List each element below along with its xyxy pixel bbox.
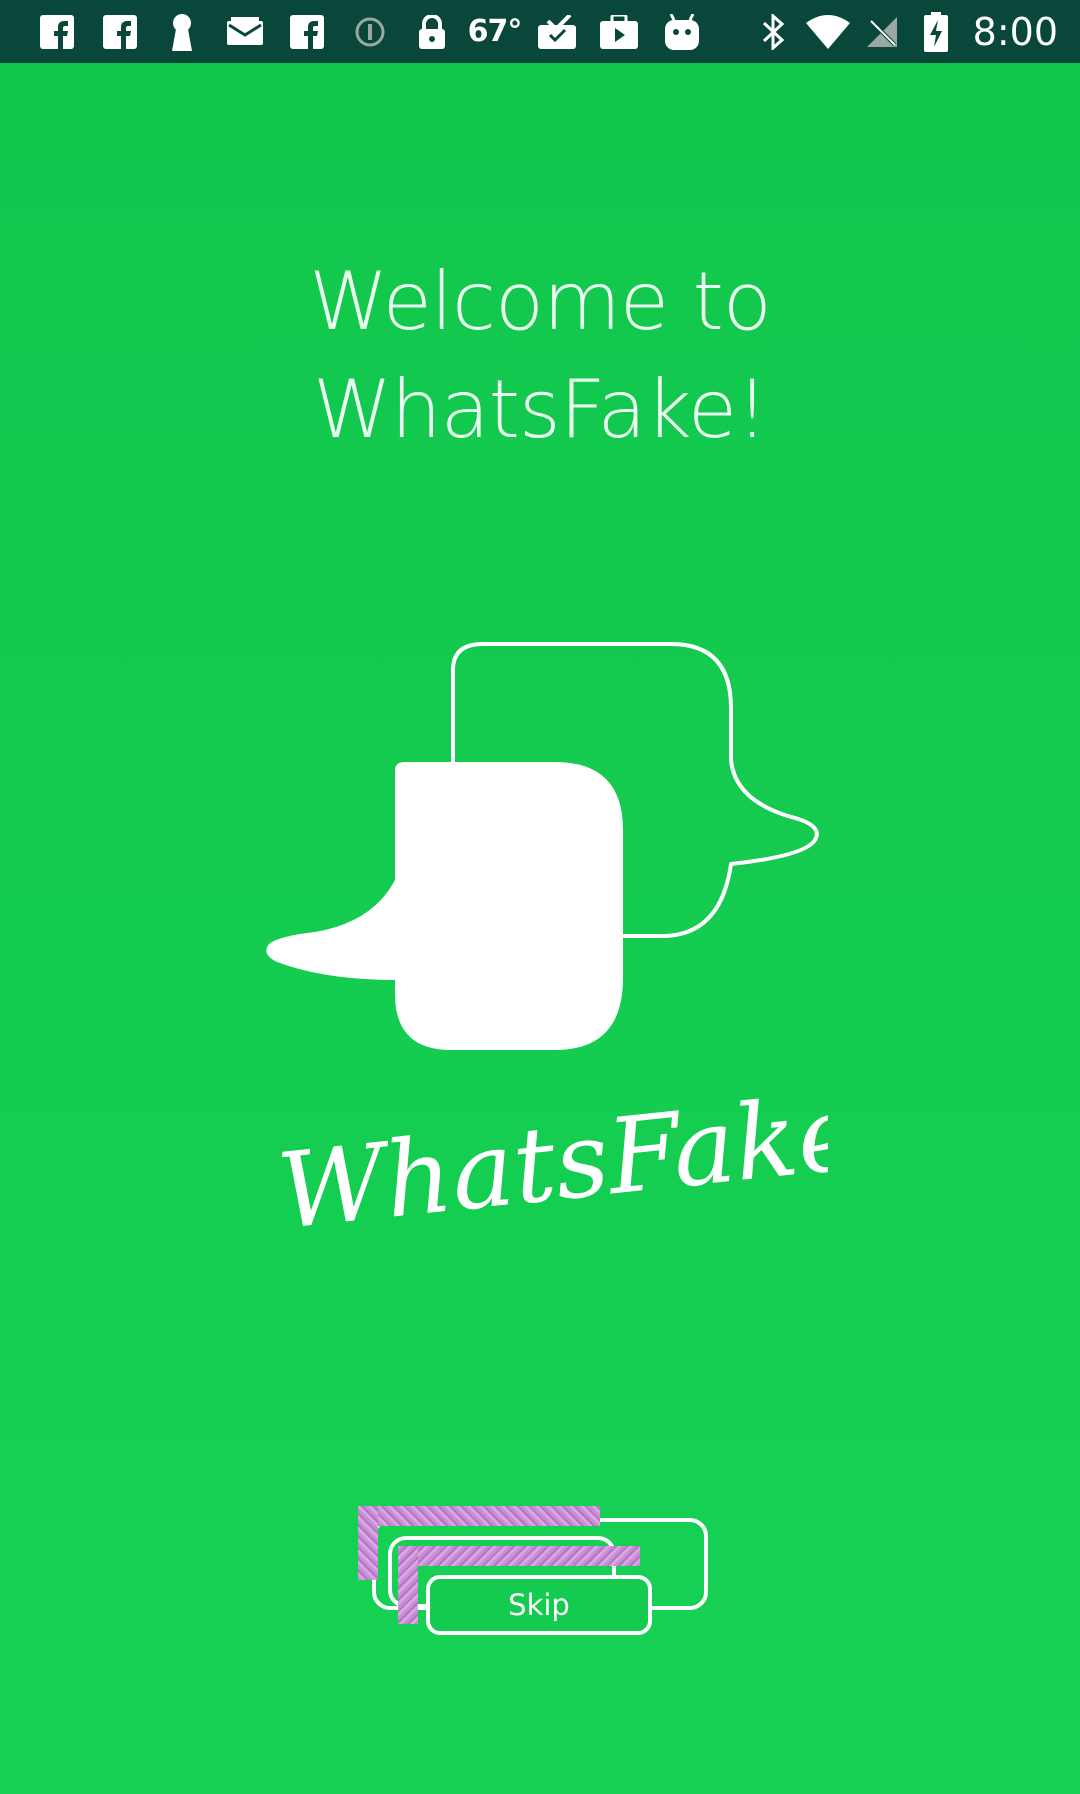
whatsfake-wordmark: WhatsFake [272,1090,828,1230]
svg-text:WhatsFake: WhatsFake [272,1090,828,1230]
briefcase-play-icon [588,0,651,63]
clock-text: 8:00 [972,9,1058,54]
welcome-screen: 67° 8:00 Welcome to WhatsFake! WhatsFake… [0,0,1080,1794]
status-bar: 67° 8:00 [0,0,1080,63]
skip-button[interactable]: Skip [426,1575,652,1635]
render-artifact [398,1546,640,1566]
render-artifact [398,1546,418,1624]
facebook-icon [276,0,339,63]
bluetooth-icon [747,0,801,63]
facebook-icon [26,0,89,63]
welcome-line-2: WhatsFake! [312,363,768,456]
info-circle-icon [339,0,402,63]
status-bar-system: 8:00 [747,0,1058,63]
welcome-heading: Welcome to WhatsFake! [0,248,1080,464]
chat-bubbles-icon [266,642,819,1050]
lock-icon [401,0,464,63]
android-icon [651,0,714,63]
wifi-icon [801,0,855,63]
keyhole-icon [151,0,214,63]
task-check-icon [526,0,589,63]
skip-button-label: Skip [508,1588,570,1622]
welcome-line-1: Welcome to [309,255,772,348]
temperature-text: 67° [467,14,523,49]
render-artifact [358,1506,600,1526]
battery-charging-icon [909,0,963,63]
render-artifact [358,1506,378,1580]
facebook-icon [89,0,152,63]
no-signal-icon [855,0,909,63]
mail-icon [214,0,277,63]
status-bar-notifications: 67° [0,0,713,63]
